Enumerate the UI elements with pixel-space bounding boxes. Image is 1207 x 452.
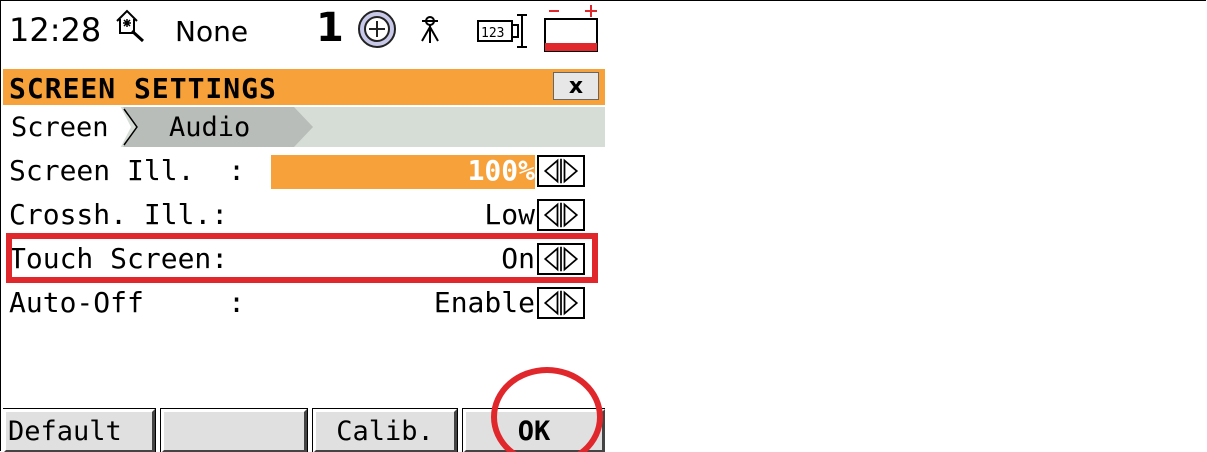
battery-icon[interactable] bbox=[541, 3, 601, 53]
device-screen: 12:28 None 1 123 SCREEN SETTINGS x Audio… bbox=[3, 1, 605, 452]
blank-softkey[interactable] bbox=[160, 408, 308, 452]
status-face: 1 bbox=[316, 5, 344, 51]
calib-button[interactable]: Calib. bbox=[312, 408, 458, 452]
tripod-icon[interactable] bbox=[419, 13, 441, 45]
left-right-arrows-icon[interactable] bbox=[537, 199, 585, 231]
status-time: 12:28 bbox=[9, 11, 102, 49]
tab-bar: Audio Screen bbox=[3, 107, 605, 147]
tab-audio[interactable]: Audio bbox=[123, 107, 313, 147]
tab-screen-label: Screen bbox=[11, 111, 109, 143]
target-icon[interactable] bbox=[357, 9, 397, 49]
setting-value: 100% bbox=[467, 154, 535, 187]
close-button[interactable]: x bbox=[553, 72, 599, 100]
title-bar: SCREEN SETTINGS x bbox=[3, 69, 605, 105]
page-title: SCREEN SETTINGS bbox=[9, 72, 277, 105]
setting-label: Screen Ill. : bbox=[9, 154, 246, 187]
default-button[interactable]: Default bbox=[3, 408, 156, 452]
keypad-icon[interactable]: 123 bbox=[476, 11, 530, 51]
status-bar: 12:28 None 1 123 bbox=[3, 1, 605, 69]
house-icon[interactable] bbox=[114, 7, 146, 43]
setting-value: Enable bbox=[433, 286, 535, 319]
close-icon: x bbox=[568, 73, 584, 99]
annotation-highlight-box bbox=[6, 233, 598, 283]
setting-row-screen-illumination[interactable]: Screen Ill. : 100% bbox=[3, 151, 605, 195]
setting-label: Crossh. Ill.: bbox=[9, 198, 229, 231]
left-right-arrows-icon[interactable] bbox=[537, 155, 585, 187]
tab-audio-label: Audio bbox=[169, 111, 251, 143]
setting-row-auto-off[interactable]: Auto-Off : Enable bbox=[3, 283, 605, 327]
setting-value: Low bbox=[484, 198, 535, 231]
tab-screen[interactable]: Screen bbox=[3, 107, 131, 147]
status-target-label: None bbox=[175, 15, 249, 48]
left-right-arrows-icon[interactable] bbox=[537, 287, 585, 319]
svg-text:123: 123 bbox=[481, 26, 504, 41]
tab-separator-icon bbox=[123, 108, 138, 146]
setting-label: Auto-Off : bbox=[9, 286, 246, 319]
annotation-circle bbox=[491, 367, 603, 452]
